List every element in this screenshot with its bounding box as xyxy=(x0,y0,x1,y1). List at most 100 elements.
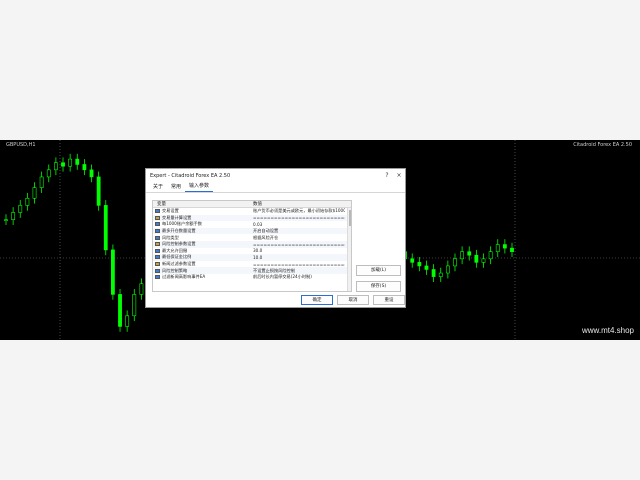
separator-param-icon xyxy=(155,242,160,247)
candle-body xyxy=(111,249,115,295)
value-param-icon xyxy=(155,268,160,273)
param-value-cell[interactable]: =========================== xyxy=(249,215,345,220)
param-name: 交易设置 xyxy=(162,208,179,214)
watermark: www.mt4.shop xyxy=(581,326,634,335)
candle-body xyxy=(139,283,144,295)
param-name-cell[interactable]: 交易量计算设置 xyxy=(153,215,249,221)
candle-body xyxy=(82,164,87,171)
candle-body xyxy=(481,258,486,263)
param-value-cell[interactable]: 30.0 xyxy=(249,248,345,253)
value-param-icon xyxy=(155,255,160,260)
value-param-icon xyxy=(155,235,160,240)
value-param-icon xyxy=(155,222,160,227)
param-name: 交易量计算设置 xyxy=(162,214,192,220)
param-name-cell[interactable]: 过滤新闻高影响事件EA xyxy=(153,274,249,280)
candle-body xyxy=(68,158,73,167)
value-param-icon xyxy=(155,275,160,280)
param-name-cell[interactable]: 每1000账户余额手数 xyxy=(153,221,249,227)
expert-properties-dialog: Expert - Citadroid Forex EA 2.50 ? × 关于 … xyxy=(145,168,406,308)
table-row[interactable]: 过滤新闻高影响事件EA 前后时长内暂停交易(24小时制) xyxy=(153,274,351,281)
save-button[interactable]: 保存(S) xyxy=(356,281,401,292)
load-button[interactable]: 加载(L) xyxy=(356,265,401,276)
header-value[interactable]: 数值 xyxy=(249,201,345,207)
candle-body xyxy=(467,251,472,256)
dialog-tabs: 关于 常用 输入参数 xyxy=(146,182,405,193)
candle-body xyxy=(89,169,94,178)
close-icon[interactable]: × xyxy=(393,172,405,179)
param-name-cell[interactable]: 风险控制策略 xyxy=(153,268,249,274)
chart-ea-label: Citadroid Forex EA 2.50 xyxy=(573,142,632,148)
candle-body xyxy=(61,162,65,167)
param-value-cell[interactable]: 账户货币必须是美元或欧元，最小初始存款$1000... xyxy=(249,208,345,214)
candle-body xyxy=(502,244,507,249)
candle-body xyxy=(39,176,44,188)
param-value-cell[interactable]: =========================== xyxy=(249,242,345,247)
candle-body xyxy=(18,205,23,213)
param-name: 最大允许回撤 xyxy=(162,247,188,253)
param-name-cell[interactable]: 最大允许回撤 xyxy=(153,248,249,254)
candle-body xyxy=(460,251,465,260)
tab-about[interactable]: 关于 xyxy=(149,183,167,192)
candle-body xyxy=(96,176,101,206)
scrollbar-thumb[interactable] xyxy=(348,210,351,226)
ok-button[interactable]: 确定 xyxy=(301,295,333,305)
table-row[interactable]: 风险控制策略 不设置止损按风险控制 xyxy=(153,267,351,274)
param-name-cell[interactable]: 风险控制参数设置 xyxy=(153,241,249,247)
dialog-title: Expert - Citadroid Forex EA 2.50 xyxy=(150,172,231,179)
param-value-cell[interactable]: 根据风险开仓 xyxy=(249,235,345,241)
table-row[interactable]: 最低保证金比例 10.0 xyxy=(153,254,351,261)
param-value-cell[interactable]: 10.0 xyxy=(249,255,345,260)
param-value-cell[interactable]: 不设置止损按风险控制 xyxy=(249,268,345,274)
value-param-icon xyxy=(155,209,160,214)
chart-symbol-label: GBPUSD,H1 xyxy=(6,142,36,148)
candle-body xyxy=(11,212,16,220)
tab-common[interactable]: 常用 xyxy=(167,183,185,192)
grid-header: 变量 数值 xyxy=(153,201,351,208)
candle-body xyxy=(53,162,58,171)
param-value-cell[interactable]: 前后时长内暂停交易(24小时制) xyxy=(249,274,345,280)
value-param-icon xyxy=(155,229,160,234)
candle-body xyxy=(474,254,479,263)
candle-body xyxy=(510,247,514,252)
candle-body xyxy=(488,251,493,260)
table-row[interactable]: 最多开仓数量设置 开启自动设置 xyxy=(153,227,351,235)
candle-body xyxy=(32,187,37,199)
table-row[interactable]: 交易设置 账户货币必须是美元或欧元，最小初始存款$1000... xyxy=(153,208,351,215)
table-row[interactable]: 最大允许回撤 30.0 xyxy=(153,248,351,255)
candle-body xyxy=(417,262,422,267)
param-name-cell[interactable]: 新闻过滤参数设置 xyxy=(153,261,249,267)
param-name: 新闻过滤参数设置 xyxy=(162,261,196,267)
header-variable[interactable]: 变量 xyxy=(153,201,249,207)
tab-inputs[interactable]: 输入参数 xyxy=(185,182,214,192)
table-row[interactable]: 风险控制参数设置 =========================== xyxy=(153,240,351,248)
table-row[interactable]: 交易量计算设置 =========================== xyxy=(153,214,351,222)
inputs-grid: 变量 数值 交易设置 账户货币必须是美元或欧元，最小初始存款$1000... 交易量… xyxy=(152,200,352,292)
grid-scrollbar[interactable] xyxy=(347,208,351,291)
table-row[interactable]: 每1000账户余额手数 0.03 xyxy=(153,221,351,228)
cancel-button[interactable]: 取消 xyxy=(337,295,369,305)
candle-body xyxy=(453,258,457,267)
dialog-titlebar[interactable]: Expert - Citadroid Forex EA 2.50 ? × xyxy=(146,169,405,182)
candle-body xyxy=(4,219,8,221)
candle-body xyxy=(46,169,51,178)
help-icon[interactable]: ? xyxy=(381,172,393,179)
candle-body xyxy=(103,205,108,251)
param-value-cell[interactable]: 0.03 xyxy=(249,222,345,227)
candle-body xyxy=(410,258,415,263)
param-name-cell[interactable]: 风险类型 xyxy=(153,235,249,241)
reset-button[interactable]: 重设 xyxy=(373,295,405,305)
grid-body: 交易设置 账户货币必须是美元或欧元，最小初始存款$1000... 交易量计算设置 ==… xyxy=(153,208,351,281)
screen: GBPUSD,H1 Citadroid Forex EA 2.50 www.mt… xyxy=(0,0,640,480)
param-value-cell[interactable]: 开启自动设置 xyxy=(249,228,345,234)
table-row[interactable]: 新闻过滤参数设置 =========================== xyxy=(153,261,351,268)
param-name-cell[interactable]: 最低保证金比例 xyxy=(153,254,249,260)
candle-body xyxy=(445,265,450,274)
param-name-cell[interactable]: 最多开仓数量设置 xyxy=(153,228,249,234)
candle-body xyxy=(132,294,137,317)
candle-body xyxy=(25,197,30,206)
separator-param-icon xyxy=(155,215,160,220)
table-row[interactable]: 风险类型 根据风险开仓 xyxy=(153,234,351,241)
param-value-cell[interactable]: =========================== xyxy=(249,262,345,267)
candle-body xyxy=(438,272,443,277)
param-name-cell[interactable]: 交易设置 xyxy=(153,208,249,214)
